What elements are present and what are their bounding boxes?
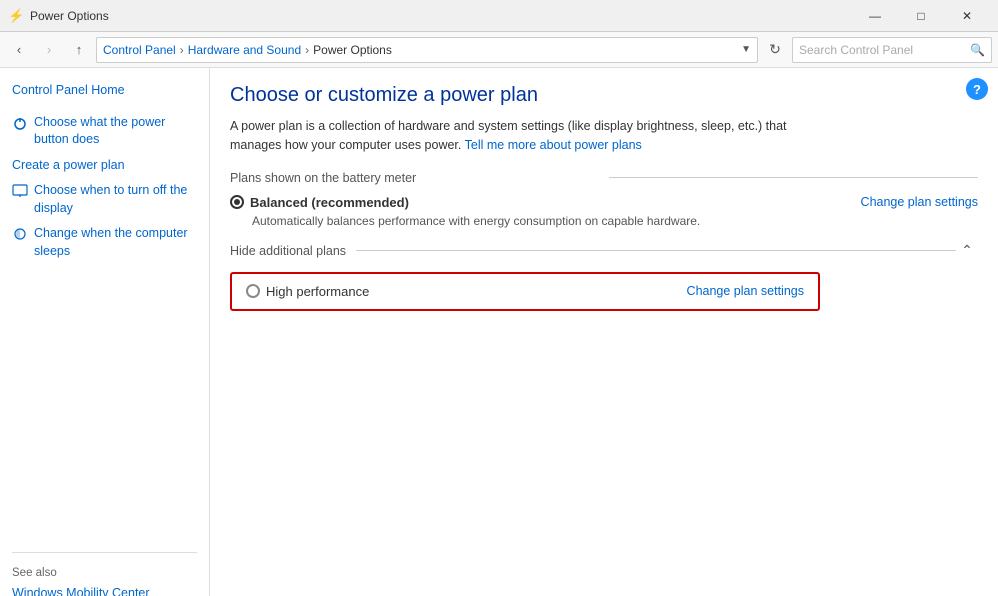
breadcrumb: Control Panel › Hardware and Sound › Pow…	[96, 37, 758, 63]
up-button[interactable]: ↑	[66, 37, 92, 63]
sidebar: Control Panel Home Choose what the power…	[0, 68, 210, 596]
address-bar: ‹ › ↑ Control Panel › Hardware and Sound…	[0, 32, 998, 68]
high-perf-radio[interactable]	[246, 284, 260, 298]
window-title: Power Options	[30, 9, 852, 23]
content-area: ? Choose or customize a power plan A pow…	[210, 68, 998, 596]
hide-plans-header: Hide additional plans ⌃	[230, 240, 978, 262]
window-icon: ⚡	[8, 8, 24, 24]
balanced-radio[interactable]	[230, 195, 244, 209]
breadcrumb-current: Power Options	[313, 43, 392, 57]
back-button[interactable]: ‹	[6, 37, 32, 63]
power-icon	[12, 115, 28, 131]
search-placeholder: Search Control Panel	[799, 43, 970, 57]
radio-dot	[234, 199, 240, 205]
plans-divider	[609, 177, 978, 178]
search-bar[interactable]: Search Control Panel 🔍	[792, 37, 992, 63]
display-icon	[12, 183, 28, 199]
hide-plans-label: Hide additional plans	[230, 244, 346, 258]
sidebar-item-home[interactable]: Control Panel Home	[0, 78, 209, 104]
close-button[interactable]: ✕	[944, 0, 990, 32]
plans-section-label: Plans shown on the battery meter	[230, 171, 599, 185]
sidebar-divider	[12, 552, 197, 553]
search-icon[interactable]: 🔍	[970, 43, 985, 57]
sidebar-item-sleep[interactable]: Change when the computer sleeps	[0, 221, 209, 264]
sidebar-item-power-button[interactable]: Choose what the power button does	[0, 110, 209, 153]
page-title: Choose or customize a power plan	[230, 84, 978, 107]
help-button[interactable]: ?	[966, 78, 988, 100]
hide-plans-divider	[356, 250, 956, 251]
maximize-button[interactable]: □	[898, 0, 944, 32]
balanced-plan-row: Balanced (recommended) Change plan setti…	[230, 195, 978, 210]
see-also-label: See also	[0, 561, 209, 581]
hide-plans-toggle[interactable]: ⌃	[956, 240, 978, 262]
balanced-change-link[interactable]: Change plan settings	[861, 195, 978, 209]
page-description: A power plan is a collection of hardware…	[230, 117, 810, 155]
plans-section-header: Plans shown on the battery meter	[230, 171, 978, 185]
high-perf-change-link[interactable]: Change plan settings	[687, 284, 804, 298]
balanced-plan-name: Balanced (recommended)	[250, 195, 409, 210]
breadcrumb-control-panel[interactable]: Control Panel	[103, 43, 176, 57]
breadcrumb-hardware-sound[interactable]: Hardware and Sound	[188, 43, 301, 57]
high-perf-name: High performance	[266, 284, 369, 299]
forward-button[interactable]: ›	[36, 37, 62, 63]
window-controls: — □ ✕	[852, 0, 990, 32]
learn-more-link[interactable]: Tell me more about power plans	[465, 138, 642, 152]
main-container: Control Panel Home Choose what the power…	[0, 68, 998, 596]
title-bar: ⚡ Power Options — □ ✕	[0, 0, 998, 32]
breadcrumb-dropdown-icon[interactable]: ▼	[741, 44, 751, 55]
balanced-plan-desc: Automatically balances performance with …	[252, 214, 978, 228]
sidebar-item-create-plan[interactable]: Create a power plan	[0, 153, 209, 179]
minimize-button[interactable]: —	[852, 0, 898, 32]
sidebar-item-mobility-center[interactable]: Windows Mobility Center	[0, 581, 209, 596]
sleep-icon	[12, 226, 28, 242]
sidebar-item-display[interactable]: Choose when to turn off the display	[0, 178, 209, 221]
high-performance-box: High performance Change plan settings	[230, 272, 820, 311]
refresh-button[interactable]: ↻	[762, 37, 788, 63]
